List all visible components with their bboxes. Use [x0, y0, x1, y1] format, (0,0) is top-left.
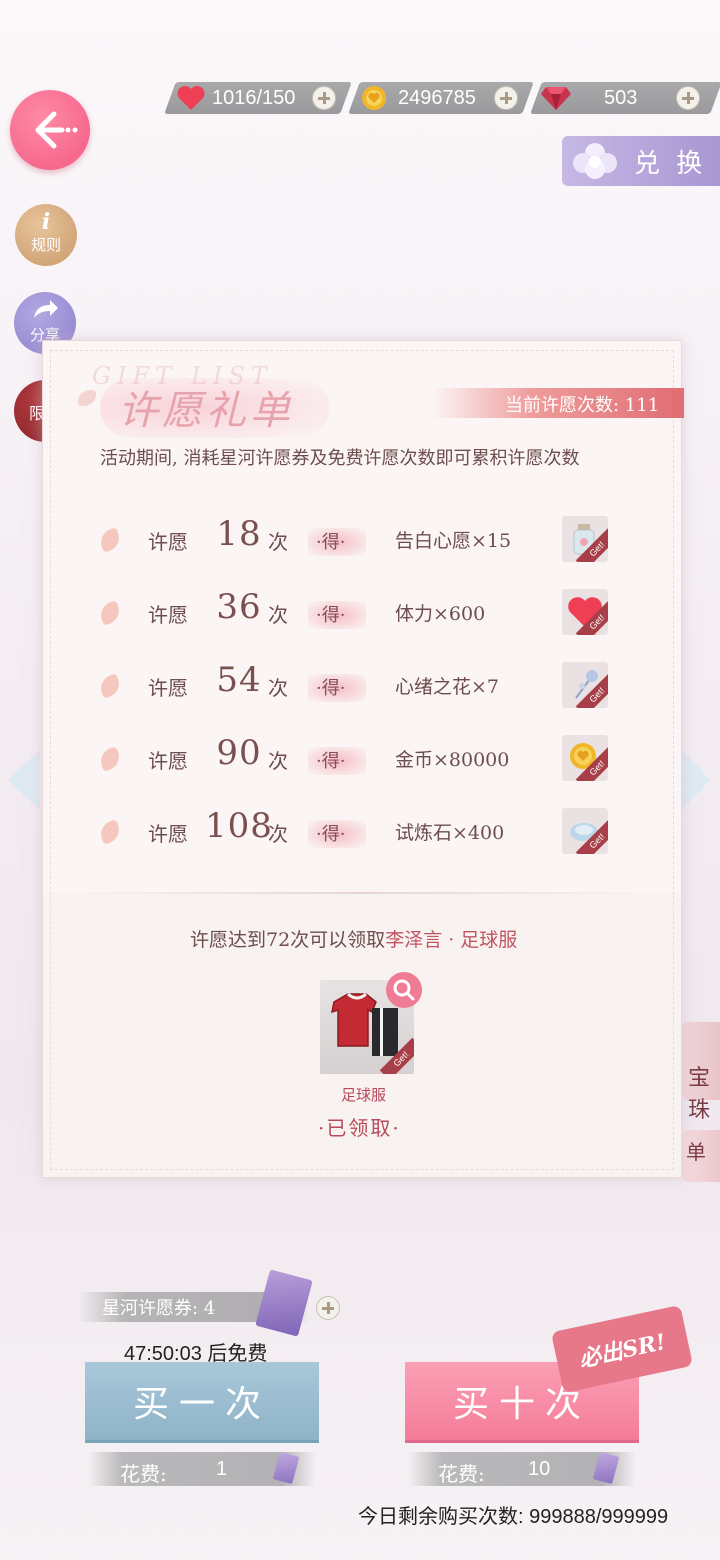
- claimed-status: ·已领取·: [318, 1116, 401, 1140]
- heart-icon: [177, 86, 205, 110]
- stamina-display: 1016/150: [176, 82, 295, 114]
- gold-coin-icon[interactable]: Get!: [562, 735, 608, 781]
- milestone-prefix: 许愿: [148, 530, 188, 554]
- cost-ten-label: 花费:: [438, 1462, 485, 1486]
- milestone-count: 54: [216, 660, 262, 700]
- share-arrow-icon: [34, 300, 58, 318]
- milestone-row: 许愿 108 次 ·得· 试炼石×400 Get!: [97, 806, 620, 856]
- heart-icon[interactable]: Get!: [562, 589, 608, 635]
- cost-once-label: 花费:: [120, 1462, 167, 1486]
- side-card-list[interactable]: 单: [682, 1130, 720, 1182]
- side-card-pearl-label: 宝珠: [688, 1066, 711, 1123]
- daily-purchase-remaining: 今日剩余购买次数: 999888/999999: [358, 1506, 669, 1528]
- milestone-row: 许愿 54 次 ·得· 心绪之花×7 Get!: [97, 660, 620, 710]
- milestone-reward: 体力×600: [395, 603, 486, 625]
- milestone-count: 36: [216, 587, 262, 627]
- cost-ten-value: 10: [528, 1458, 551, 1480]
- milestone-reward: 告白心愿×15: [395, 530, 512, 552]
- milestone-prefix: 许愿: [148, 749, 188, 773]
- milestone-row: 许愿 18 次 ·得· 告白心愿×15 Get!: [97, 514, 620, 564]
- claim-requirement: 许愿达到72次可以领取李泽言 · 足球服: [190, 925, 517, 952]
- stamina-value: 1016/150: [212, 86, 296, 109]
- diamond-display: 503: [540, 82, 637, 114]
- milestone-reward: 金币×80000: [395, 749, 510, 771]
- milestone-unit: 次: [268, 530, 288, 554]
- exchange-button[interactable]: 兑 换: [562, 136, 720, 186]
- milestone-reward: 试炼石×400: [395, 822, 505, 844]
- info-icon: i: [41, 209, 51, 235]
- milestone-row: 许愿 90 次 ·得· 金币×80000 Get!: [97, 733, 620, 783]
- cost-once-value: 1: [216, 1458, 228, 1480]
- flower-icon: [573, 143, 617, 179]
- panel-description: 活动期间, 消耗星河许愿券及免费许愿次数即可累积许愿次数: [100, 448, 580, 469]
- petal-icon: [97, 600, 123, 626]
- buy-once-button[interactable]: 买一次: [85, 1362, 319, 1440]
- add-gold-button[interactable]: [494, 86, 518, 110]
- petal-icon: [97, 819, 123, 845]
- milestone-row: 许愿 36 次 ·得· 体力×600 Get!: [97, 587, 620, 637]
- milestone-count: 18: [216, 514, 262, 554]
- prev-arrow-icon[interactable]: [8, 750, 40, 810]
- petal-icon: [97, 746, 123, 772]
- petal-icon: [97, 673, 123, 699]
- back-button[interactable]: [10, 90, 90, 170]
- milestone-get: ·得·: [316, 824, 346, 845]
- milestone-prefix: 许愿: [148, 822, 188, 846]
- exchange-label: 兑 换: [634, 148, 707, 179]
- back-arrow-icon: [35, 111, 78, 149]
- sr-badge-label: 必出SR!: [576, 1329, 669, 1373]
- claim-prefix: 许愿达到72次可以领取: [190, 929, 386, 951]
- wish-count: 当前许愿次数: 111: [505, 395, 660, 416]
- milestone-reward: 心绪之花×7: [395, 676, 500, 698]
- ticket-count: 星河许愿券: 4: [102, 1298, 216, 1319]
- panel-title: 许愿礼单: [118, 388, 294, 434]
- gold-coin-icon: [362, 86, 386, 110]
- flower-icon[interactable]: Get!: [562, 662, 608, 708]
- gold-display: 2496785: [360, 82, 476, 114]
- add-stamina-button[interactable]: [312, 86, 336, 110]
- panel-divider: [42, 892, 682, 894]
- side-card-pearl[interactable]: 宝珠: [682, 1022, 720, 1123]
- outfit-name: 足球服: [341, 1086, 387, 1104]
- milestone-prefix: 许愿: [148, 676, 188, 700]
- magnifier-icon: [393, 979, 415, 1001]
- guaranteed-sr-badge: 必出SR!: [550, 1304, 694, 1394]
- milestone-count: 108: [205, 806, 273, 846]
- milestone-get: ·得·: [316, 605, 346, 626]
- milestone-count: 90: [216, 733, 262, 773]
- milestone-get: ·得·: [316, 532, 346, 553]
- milestone-prefix: 许愿: [148, 603, 188, 627]
- milestone-unit: 次: [268, 749, 288, 773]
- next-arrow-icon[interactable]: [682, 750, 710, 810]
- side-card-list-label: 单: [686, 1140, 706, 1164]
- add-diamond-button[interactable]: [676, 86, 700, 110]
- milestone-get: ·得·: [316, 678, 346, 699]
- star-river-ticket-icon: [255, 1269, 313, 1337]
- gold-value: 2496785: [398, 86, 476, 109]
- add-ticket-button[interactable]: [316, 1296, 340, 1320]
- milestone-unit: 次: [268, 822, 288, 846]
- trial-stone-icon[interactable]: Get!: [562, 808, 608, 854]
- zoom-button[interactable]: [386, 972, 422, 1008]
- milestone-get: ·得·: [316, 751, 346, 772]
- petal-icon: [97, 527, 123, 553]
- diamond-value: 503: [604, 86, 638, 109]
- claim-outfit-name: 李泽言 · 足球服: [385, 929, 518, 951]
- buy-once-label: 买一次: [132, 1384, 271, 1425]
- milestone-unit: 次: [268, 603, 288, 627]
- diamond-icon: [541, 87, 571, 110]
- milestone-unit: 次: [268, 676, 288, 700]
- rules-button[interactable]: i 规则: [15, 204, 77, 266]
- confession-bottle-icon[interactable]: Get!: [562, 516, 608, 562]
- rules-label: 规则: [30, 236, 61, 254]
